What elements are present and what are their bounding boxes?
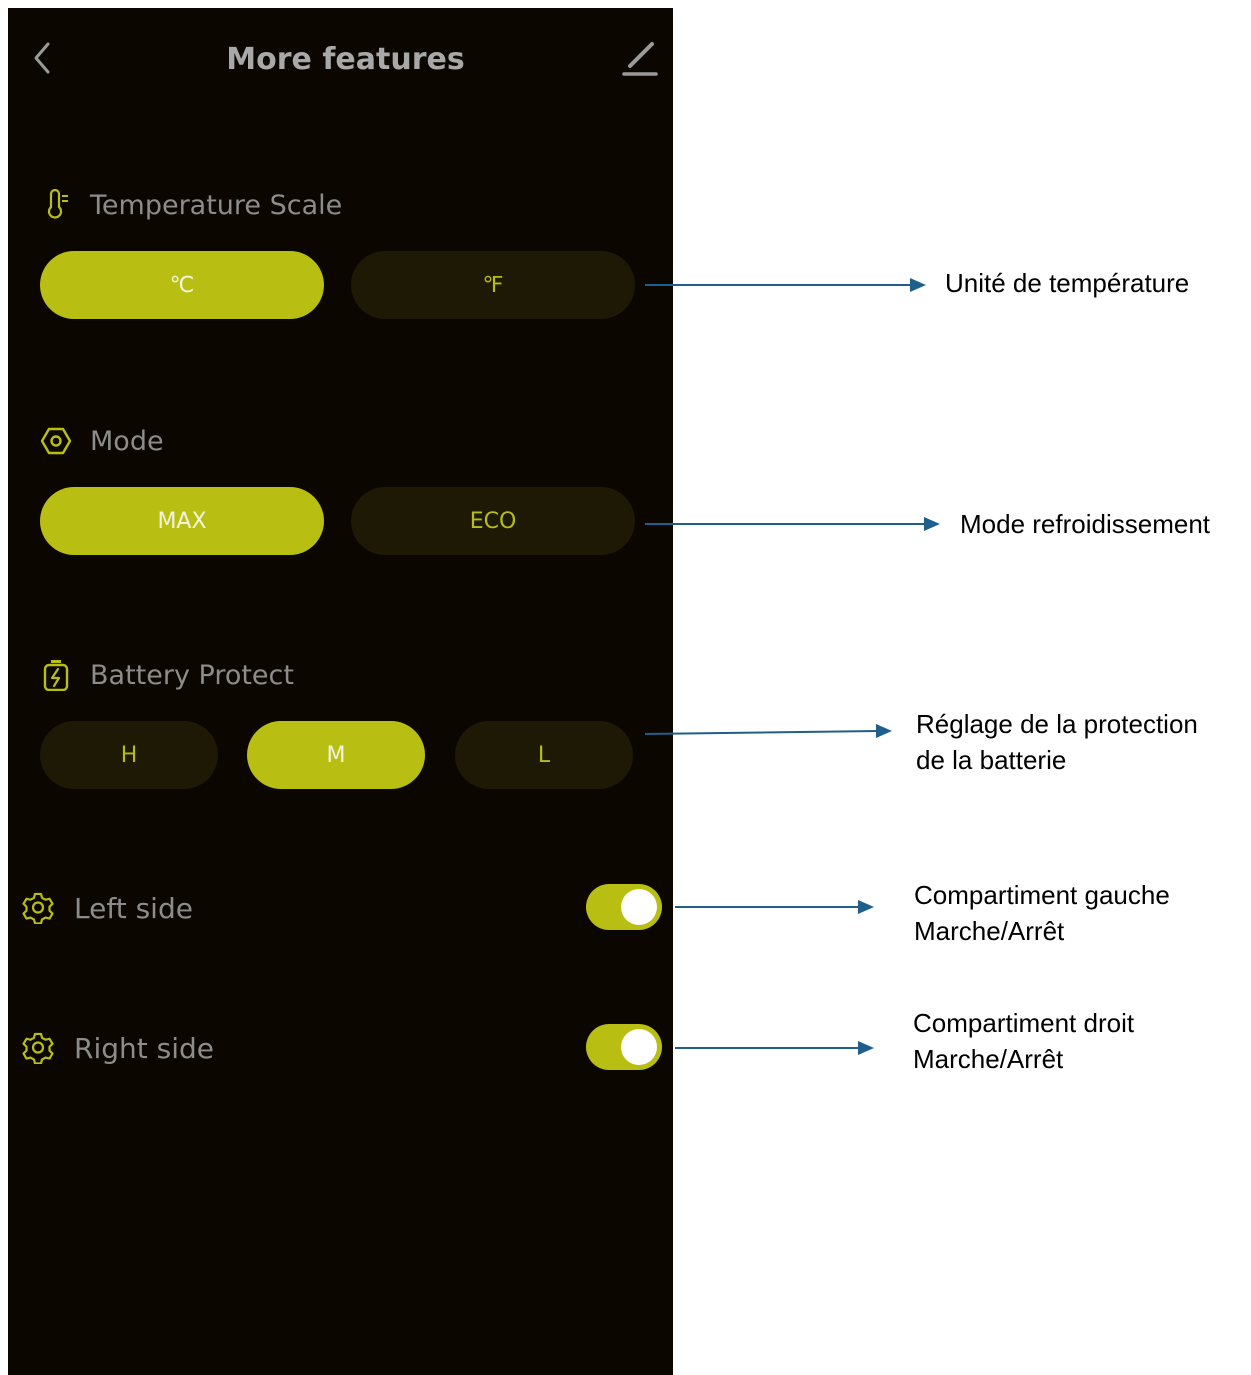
arrowhead-mode (924, 517, 940, 531)
annotation-arrows (644, 278, 940, 1055)
arrowhead-left-side (858, 900, 874, 914)
annotation-left-line1: Compartiment gauche (914, 880, 1170, 910)
arrowhead-right-side (858, 1041, 874, 1055)
annotation-right-side: Compartiment droit Marche/Arrêt (913, 1005, 1134, 1077)
annotation-battery-line2: de la batterie (916, 745, 1067, 775)
annotation-mode: Mode refroidissement (960, 509, 1210, 539)
annotation-left-line2: Marche/Arrêt (914, 916, 1065, 946)
annotation-battery: Réglage de la protection de la batterie (916, 706, 1198, 778)
arrowhead-battery (876, 724, 892, 738)
arrowhead-temperature (910, 278, 926, 292)
annotation-battery-line1: Réglage de la protection (916, 709, 1198, 739)
annotation-right-line2: Marche/Arrêt (913, 1044, 1064, 1074)
annotation-left-side: Compartiment gauche Marche/Arrêt (914, 877, 1170, 949)
arrow-battery (644, 730, 879, 735)
annotation-right-line1: Compartiment droit (913, 1008, 1135, 1038)
annotation-temperature: Unité de température (945, 268, 1190, 298)
